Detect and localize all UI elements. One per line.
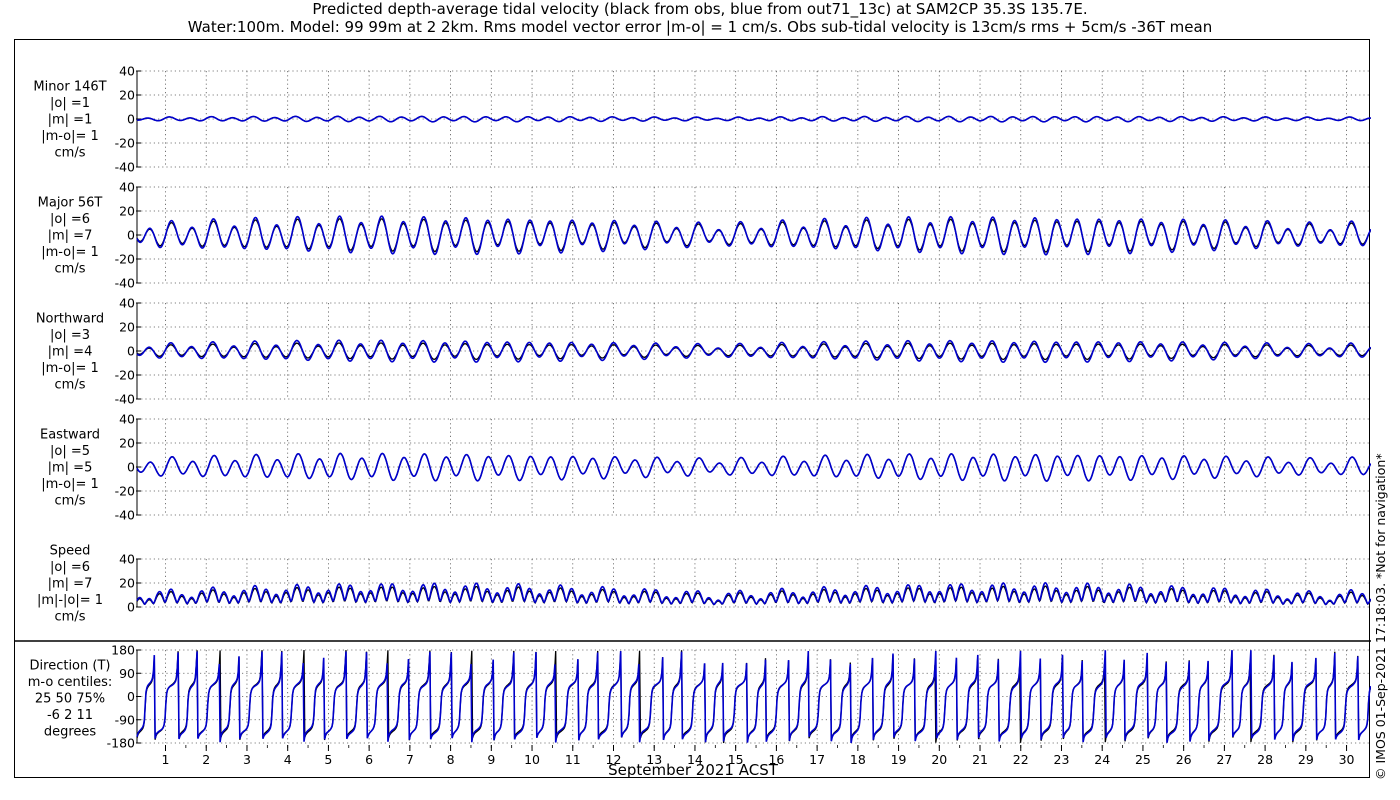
panel-label-major-line3: |m-o|= 1 [41,245,99,260]
panel-label-northward-line0: Northward [36,312,104,327]
y-tick-label: 0 [127,460,135,475]
panel-label-eastward-line2: |m| =5 [48,461,93,476]
panel-minor: 40 20 0 -20 -40 Minor 146T|o| =1 |m| =1|m-o|= … [33,64,1371,175]
y-tick-label: 40 [119,180,135,195]
y-tick-label: 20 [119,576,135,591]
x-tick-label: 22 [1013,752,1029,767]
y-tick-label: 180 [111,643,135,658]
panel-label-northward-line4: cm/s [55,378,86,393]
x-tick-label: 1 [162,752,170,767]
x-tick-label: 5 [324,752,332,767]
x-tick-label: 2 [202,752,210,767]
panel-label-major-line4: cm/s [55,262,86,277]
y-tick-label: -20 [115,368,135,383]
x-tick-label: 24 [1094,752,1110,767]
x-tick-label: 29 [1298,752,1314,767]
figure-frame: 40 20 0 -20 -40 Minor 146T |o| =1 |m| =1 |m-o|= … [14,39,1371,779]
x-tick-label: 11 [565,752,581,767]
panel-major: 40 20 0 -20 -40 Major 56T|o| =6 |m| =7|m-o|= 1… [38,180,1371,291]
panel-label-major-line2: |m| =7 [48,229,93,244]
y-tick-label: -40 [115,276,135,291]
y-tick-label: 40 [119,64,135,79]
y-tick-label: -40 [115,392,135,407]
x-tick-label: 21 [972,752,988,767]
y-tick-label: -180 [107,736,135,751]
panel-label-northward-line3: |m-o|= 1 [41,361,99,376]
panel-label-eastward-line4: cm/s [55,494,86,509]
x-tick-label: 10 [524,752,540,767]
x-tick-label: 9 [487,752,495,767]
panel-label-speed-line4: cm/s [55,610,86,625]
y-tick-label: -20 [115,136,135,151]
panel-label-minor-line4: cm/s [55,146,86,161]
x-tick-label: 19 [891,752,907,767]
panel-label-direction-line2: 25 50 75% [35,692,105,707]
copyright-notice: © IMOS 01-Sep-2021 17:18:03. *Not for na… [1373,453,1388,780]
x-tick-label: 30 [1339,752,1355,767]
y-tick-label: 0 [127,344,135,359]
y-tick-label: 0 [127,112,135,127]
series-model-minor [136,115,1371,123]
panel-northward: 40 20 0 -20 -40 Northward|o| =3 |m| =4|m-o|= 1… [36,296,1371,407]
panel-label-speed-line2: |m| =7 [48,577,93,592]
x-tick-label: 4 [284,752,292,767]
y-tick-label: -40 [115,160,135,175]
y-tick-label: 0 [127,228,135,243]
y-tick-label: 40 [119,296,135,311]
panel-label-northward-line2: |m| =4 [48,345,93,360]
panel-label-eastward-line0: Eastward [40,428,100,443]
x-tick-label: 8 [447,752,455,767]
panel-eastward: 40 20 0 -20 -40 Eastward|o| =5 |m| =5|m-o|= 1 c… [40,412,1371,523]
panel-label-eastward-line3: |m-o|= 1 [41,477,99,492]
panel-label-direction-line0: Direction (T) [30,659,111,674]
panel-label-speed-line3: |m|-|o|= 1 [37,593,103,608]
y-tick-label: 90 [119,666,135,681]
x-tick-label: 6 [365,752,373,767]
panel-label-minor-line3: |m-o|= 1 [41,129,99,144]
x-tick-label: 28 [1257,752,1273,767]
x-axis-label: September 2021 ACST [608,761,779,779]
panel-label-direction-line1: m-o centiles: [28,675,113,690]
panel-label-major-line1: |o| =6 [50,212,90,227]
y-tick-label: -20 [115,252,135,267]
x-tick-label: 27 [1216,752,1232,767]
series-model-speed [136,581,1371,606]
y-tick-label: 40 [119,552,135,567]
y-tick-label: -90 [115,712,135,727]
y-tick-label: 20 [119,88,135,103]
x-tick-label: 18 [850,752,866,767]
y-tick-label: 0 [127,600,135,615]
series-model-major [136,215,1371,256]
x-tick-label: 17 [809,752,825,767]
panel-label-northward-line1: |o| =3 [50,328,90,343]
panel-label-direction-line3: -6 2 11 [47,708,93,723]
chart-title-line1: Predicted depth-average tidal velocity (… [312,0,1088,18]
x-tick-label: 26 [1176,752,1192,767]
panel-label-speed-line0: Speed [50,544,91,559]
panel-label-major-line0: Major 56T [38,196,103,211]
y-tick-label: 20 [119,436,135,451]
y-tick-label: 20 [119,204,135,219]
x-tick-label: 7 [406,752,414,767]
x-tick-label: 25 [1135,752,1151,767]
y-tick-label: 0 [127,689,135,704]
panel-label-minor-line1: |o| =1 [50,96,90,111]
tidal-velocity-plots: 40200-20-40Minor 146T|o| =1|m| =1|m-o|= … [15,64,1371,779]
panel-label-minor-line0: Minor 146T [33,80,106,95]
x-tick-label: 20 [931,752,947,767]
x-tick-label: 3 [243,752,251,767]
panel-speed: 40 20 0 Speed|o| =6 |m| =7|m|-|o|= 1 cm/s [37,544,1371,625]
y-tick-label: 20 [119,320,135,335]
y-tick-label: -40 [115,508,135,523]
y-tick-label: 40 [119,412,135,427]
panel-label-minor-line2: |m| =1 [48,113,93,128]
panel-label-speed-line1: |o| =6 [50,560,90,575]
x-tick-label: 23 [1054,752,1070,767]
chart-title-line2: Water:100m. Model: 99 99m at 2 2km. Rms … [187,18,1213,36]
panel-direction: 180 90 0 -90 -180 Direction (T)m-o centiles: 2… [28,643,1371,751]
panel-label-direction-line4: degrees [44,725,97,740]
panel-label-eastward-line1: |o| =5 [50,444,90,459]
y-tick-label: -20 [115,484,135,499]
